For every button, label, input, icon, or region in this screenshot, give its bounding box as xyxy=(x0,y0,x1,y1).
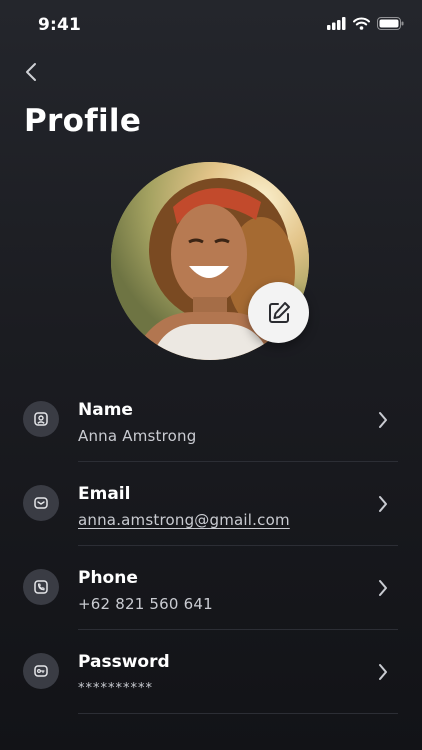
user-icon xyxy=(23,401,59,437)
chevron-right-icon xyxy=(372,492,394,516)
chevron-right-icon xyxy=(372,408,394,432)
key-icon xyxy=(23,653,59,689)
email-label: Email xyxy=(78,484,131,504)
page-title: Profile xyxy=(24,103,142,139)
email-row[interactable]: Email anna.amstrong@gmail.com xyxy=(0,462,422,546)
phone-value: +62 821 560 641 xyxy=(78,595,213,613)
name-label: Name xyxy=(78,400,133,420)
status-bar: 9:41 xyxy=(0,0,422,50)
signal-icon xyxy=(327,17,346,30)
edit-avatar-button[interactable] xyxy=(248,282,309,343)
email-value[interactable]: anna.amstrong@gmail.com xyxy=(78,511,290,529)
chevron-left-icon xyxy=(26,63,36,81)
name-row[interactable]: Name Anna Amstrong xyxy=(0,378,422,462)
divider xyxy=(78,713,398,714)
phone-label: Phone xyxy=(78,568,138,588)
avatar-container xyxy=(111,162,309,360)
back-button[interactable] xyxy=(18,58,44,86)
status-time: 9:41 xyxy=(38,15,82,35)
phone-row[interactable]: Phone +62 821 560 641 xyxy=(0,546,422,630)
battery-icon xyxy=(377,17,404,30)
edit-icon xyxy=(268,301,290,323)
mail-icon xyxy=(23,485,59,521)
name-value: Anna Amstrong xyxy=(78,427,197,445)
phone-icon xyxy=(23,569,59,605)
password-label: Password xyxy=(78,652,170,672)
password-value: ********** xyxy=(78,681,153,696)
wifi-icon xyxy=(353,17,370,30)
chevron-right-icon xyxy=(372,576,394,600)
status-icons xyxy=(327,17,404,30)
chevron-right-icon xyxy=(372,660,394,684)
password-row[interactable]: Password ********** xyxy=(0,630,422,714)
